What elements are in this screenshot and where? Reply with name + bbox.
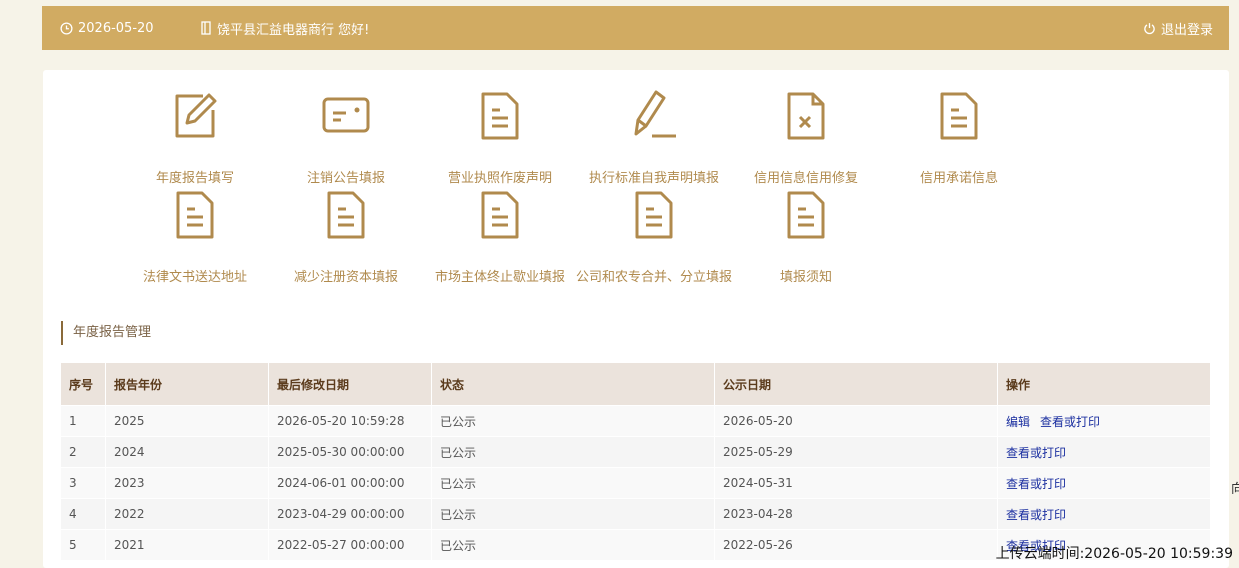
document-icon <box>787 191 825 239</box>
cell-published: 2025-05-29 <box>714 436 998 468</box>
cell-actions: 查看或打印 <box>997 467 1211 499</box>
table-row: 3 2023 2024-06-01 00:00:00 已公示 2024-05-3… <box>61 467 1211 499</box>
cell-no: 5 <box>61 529 106 560</box>
tile-credit-repair[interactable]: 信用信息信用修复 <box>731 90 881 186</box>
view-print-link[interactable]: 查看或打印 <box>1006 477 1066 491</box>
view-print-link[interactable]: 查看或打印 <box>1006 508 1066 522</box>
cell-no: 2 <box>61 436 106 468</box>
cell-year: 2025 <box>105 405 269 437</box>
cell-no: 4 <box>61 498 106 530</box>
tile-business-termination[interactable]: 市场主体终止歇业填报 <box>425 189 575 285</box>
edit-icon <box>175 93 217 138</box>
power-icon <box>1144 22 1155 34</box>
tile-annual-report[interactable]: 年度报告填写 <box>120 90 270 186</box>
cell-published: 2026-05-20 <box>714 405 998 437</box>
col-header-modified: 最后修改日期 <box>268 363 432 406</box>
edge-text: 向 <box>1231 482 1239 497</box>
col-header-published: 公示日期 <box>714 363 998 406</box>
document-icon <box>481 191 519 239</box>
cell-modified: 2025-05-30 00:00:00 <box>268 436 432 468</box>
cell-status: 已公示 <box>431 405 715 437</box>
tile-capital-reduction[interactable]: 减少注册资本填报 <box>271 189 421 285</box>
table-row: 4 2022 2023-04-29 00:00:00 已公示 2023-04-2… <box>61 498 1211 530</box>
document-icon <box>481 92 519 140</box>
table-row: 2 2024 2025-05-30 00:00:00 已公示 2025-05-2… <box>61 436 1211 468</box>
document-icon <box>327 191 365 239</box>
table-header-row: 序号 报告年份 最后修改日期 状态 公示日期 操作 <box>61 363 1211 406</box>
cell-published: 2023-04-28 <box>714 498 998 530</box>
cell-year: 2022 <box>105 498 269 530</box>
greeting-text: 饶平县汇益电器商行 您好! <box>217 22 370 38</box>
col-header-actions: 操作 <box>997 363 1211 406</box>
pencil-icon <box>634 90 676 138</box>
cell-no: 3 <box>61 467 106 499</box>
cell-status: 已公示 <box>431 467 715 499</box>
document-icon <box>176 191 214 239</box>
cell-actions: 查看或打印 <box>997 436 1211 468</box>
logout-label: 退出登录 <box>1160 22 1213 38</box>
cell-year: 2023 <box>105 467 269 499</box>
tile-merger-split[interactable]: 公司和农专合并、分立填报 <box>576 189 732 285</box>
cell-actions: 编辑 查看或打印 <box>997 405 1211 437</box>
tile-legal-address[interactable]: 法律文书送达地址 <box>120 189 270 285</box>
view-print-link[interactable]: 查看或打印 <box>1040 415 1100 429</box>
tile-filing-notes[interactable]: 填报须知 <box>731 189 881 285</box>
view-print-link[interactable]: 查看或打印 <box>1006 446 1066 460</box>
section-title: 年度报告管理 <box>61 321 151 345</box>
cell-status: 已公示 <box>431 436 715 468</box>
card-icon <box>322 97 370 133</box>
cell-modified: 2024-06-01 00:00:00 <box>268 467 432 499</box>
cell-published: 2024-05-31 <box>714 467 998 499</box>
tile-label: 信用承诺信息 <box>919 171 998 186</box>
user-greeting: 饶平县汇益电器商行 您好! <box>200 19 369 38</box>
tile-standard-declaration[interactable]: 执行标准自我声明填报 <box>579 90 729 186</box>
cell-year: 2024 <box>105 436 269 468</box>
main-panel: 年度报告填写 注销公告填报 营业执照作废声明 执行标准自我声明填报 信用信息信用… <box>43 70 1229 568</box>
tile-cancellation-notice[interactable]: 注销公告填报 <box>271 90 421 186</box>
cell-status: 已公示 <box>431 498 715 530</box>
col-header-no: 序号 <box>61 363 106 406</box>
col-header-status: 状态 <box>431 363 715 406</box>
cell-year: 2021 <box>105 529 269 560</box>
upload-time-stamp: 上传云端时间:2026-05-20 10:59:39 <box>995 546 1233 562</box>
cell-published: 2022-05-26 <box>714 529 998 560</box>
top-bar: 2026-05-20 饶平县汇益电器商行 您好! 退出登录 <box>42 6 1229 50</box>
date-text: 2026-05-20 <box>78 20 154 36</box>
table-row: 1 2025 2026-05-20 10:59:28 已公示 2026-05-2… <box>61 405 1211 437</box>
cell-modified: 2022-05-27 00:00:00 <box>268 529 432 560</box>
document-icon <box>635 191 673 239</box>
edit-link[interactable]: 编辑 <box>1006 415 1030 429</box>
tile-label: 填报须知 <box>779 270 832 285</box>
col-header-year: 报告年份 <box>105 363 269 406</box>
annual-report-table: 序号 报告年份 最后修改日期 状态 公示日期 操作 1 2025 2026-05… <box>61 363 1211 560</box>
tile-license-void[interactable]: 营业执照作废声明 <box>425 90 575 186</box>
cell-modified: 2026-05-20 10:59:28 <box>268 405 432 437</box>
door-icon <box>201 21 211 35</box>
cell-modified: 2023-04-29 00:00:00 <box>268 498 432 530</box>
cell-status: 已公示 <box>431 529 715 560</box>
cell-actions: 查看或打印 <box>997 498 1211 530</box>
document-x-icon <box>787 92 825 140</box>
tile-credit-commitment[interactable]: 信用承诺信息 <box>884 90 1034 186</box>
clock-icon <box>60 21 73 35</box>
cell-no: 1 <box>61 405 106 437</box>
date-display: 2026-05-20 <box>60 21 154 36</box>
document-icon <box>940 92 978 140</box>
logout-button[interactable]: 退出登录 <box>1143 19 1213 38</box>
